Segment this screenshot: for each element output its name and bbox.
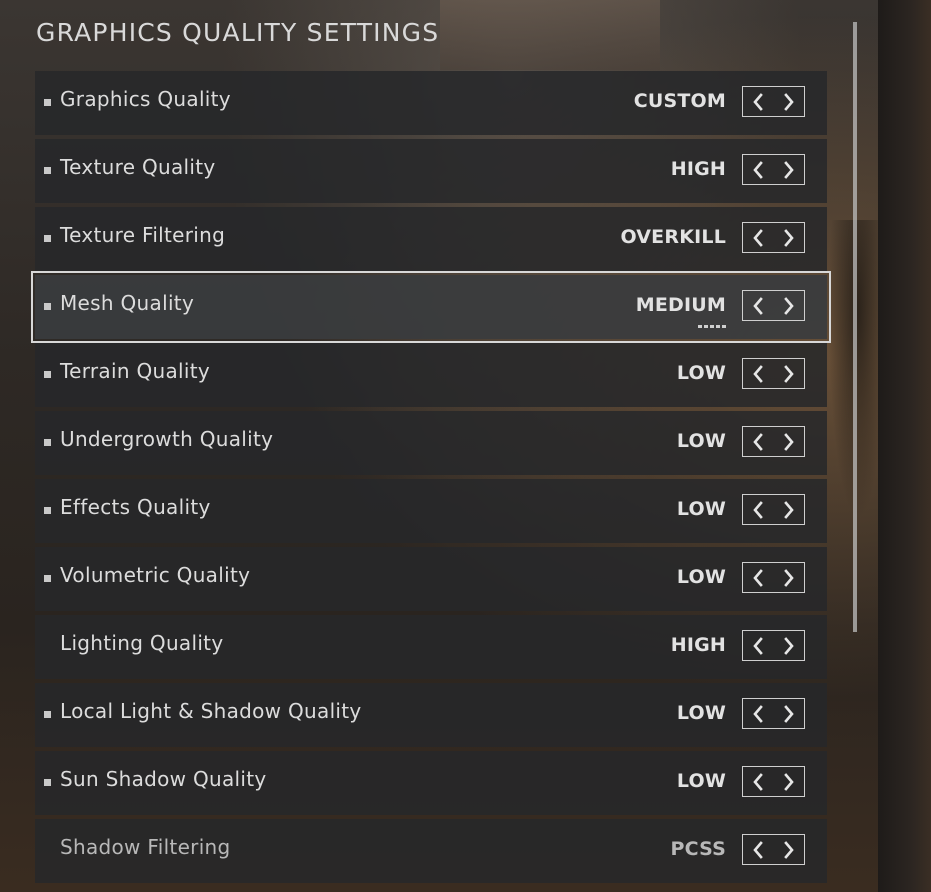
value-stepper [742,290,805,321]
setting-row-mesh-quality[interactable]: Mesh Quality MEDIUM [31,271,831,343]
chevron-right-icon[interactable] [774,699,805,728]
value-stepper [742,494,805,525]
chevron-right-icon[interactable] [774,495,805,524]
bullet-marker [44,99,51,106]
chevron-right-icon[interactable] [774,155,805,184]
setting-value: LOW [676,702,726,724]
chevron-right-icon[interactable] [774,223,805,252]
bullet-marker [44,711,51,718]
chevron-left-icon[interactable] [743,699,774,728]
value-stepper [742,834,805,865]
background-post [878,0,931,892]
setting-value: LOW [676,770,726,792]
setting-value: CUSTOM [633,90,726,112]
setting-row-texture-quality[interactable]: Texture Quality HIGH [35,139,827,203]
chevron-right-icon[interactable] [774,835,805,864]
chevron-right-icon[interactable] [774,87,805,116]
value-stepper [742,630,805,661]
value-stepper [742,426,805,457]
setting-label: Local Light & Shadow Quality [60,699,362,723]
value-stepper [742,358,805,389]
scrollbar[interactable] [853,22,857,632]
loading-dots-indicator [698,325,726,328]
value-stepper [742,562,805,593]
chevron-left-icon[interactable] [743,767,774,796]
chevron-left-icon[interactable] [743,155,774,184]
setting-label: Shadow Filtering [60,835,231,859]
chevron-right-icon[interactable] [774,563,805,592]
chevron-left-icon[interactable] [743,631,774,660]
chevron-left-icon[interactable] [743,427,774,456]
chevron-right-icon[interactable] [774,767,805,796]
value-stepper [742,86,805,117]
setting-label: Undergrowth Quality [60,427,274,451]
setting-value: HIGH [670,158,726,180]
setting-label: Mesh Quality [60,291,195,315]
bullet-marker [44,507,51,514]
bullet-marker [44,167,51,174]
value-stepper [742,766,805,797]
setting-label: Terrain Quality [60,359,211,383]
setting-value: LOW [676,566,726,588]
setting-row-effects-quality[interactable]: Effects Quality LOW [35,479,827,543]
value-stepper [742,154,805,185]
chevron-left-icon[interactable] [743,359,774,388]
setting-row-shadow-filtering[interactable]: Shadow Filtering PCSS [35,819,827,883]
setting-row-volumetric-quality[interactable]: Volumetric Quality LOW [35,547,827,611]
value-stepper [742,222,805,253]
setting-row-graphics-quality[interactable]: Graphics Quality CUSTOM [35,71,827,135]
setting-row-sun-shadow-quality[interactable]: Sun Shadow Quality LOW [35,751,827,815]
setting-label: Lighting Quality [60,631,224,655]
setting-value: LOW [676,430,726,452]
chevron-right-icon[interactable] [774,427,805,456]
setting-row-terrain-quality[interactable]: Terrain Quality LOW [35,343,827,407]
bullet-marker [44,439,51,446]
setting-label: Texture Quality [60,155,216,179]
value-stepper [742,698,805,729]
setting-label: Sun Shadow Quality [60,767,267,791]
setting-value: LOW [676,362,726,384]
setting-label: Effects Quality [60,495,211,519]
chevron-right-icon[interactable] [774,631,805,660]
chevron-left-icon[interactable] [743,835,774,864]
setting-row-texture-filtering[interactable]: Texture Filtering OVERKILL [35,207,827,271]
setting-label: Texture Filtering [60,223,226,247]
setting-label: Volumetric Quality [60,563,251,587]
setting-value: OVERKILL [620,226,726,248]
settings-list: Graphics Quality CUSTOM Texture Quality HIG… [31,71,831,887]
bullet-marker [44,779,51,786]
chevron-left-icon[interactable] [743,495,774,524]
chevron-right-icon[interactable] [774,359,805,388]
bullet-marker [44,303,51,310]
chevron-left-icon[interactable] [743,291,774,320]
setting-value: PCSS [670,838,726,860]
chevron-left-icon[interactable] [743,223,774,252]
setting-value: MEDIUM [635,294,726,316]
setting-label: Graphics Quality [60,87,231,111]
setting-value: LOW [676,498,726,520]
background-wall [440,0,660,70]
chevron-left-icon[interactable] [743,563,774,592]
panel-title: GRAPHICS QUALITY SETTINGS [36,18,440,47]
setting-row-undergrowth-quality[interactable]: Undergrowth Quality LOW [35,411,827,475]
setting-row-lighting-quality[interactable]: Lighting Quality HIGH [35,615,827,679]
bullet-marker [44,235,51,242]
bullet-marker [44,371,51,378]
setting-value: HIGH [670,634,726,656]
chevron-left-icon[interactable] [743,87,774,116]
setting-row-local-light-and-shadow-quality[interactable]: Local Light & Shadow Quality LOW [35,683,827,747]
chevron-right-icon[interactable] [774,291,805,320]
bullet-marker [44,575,51,582]
